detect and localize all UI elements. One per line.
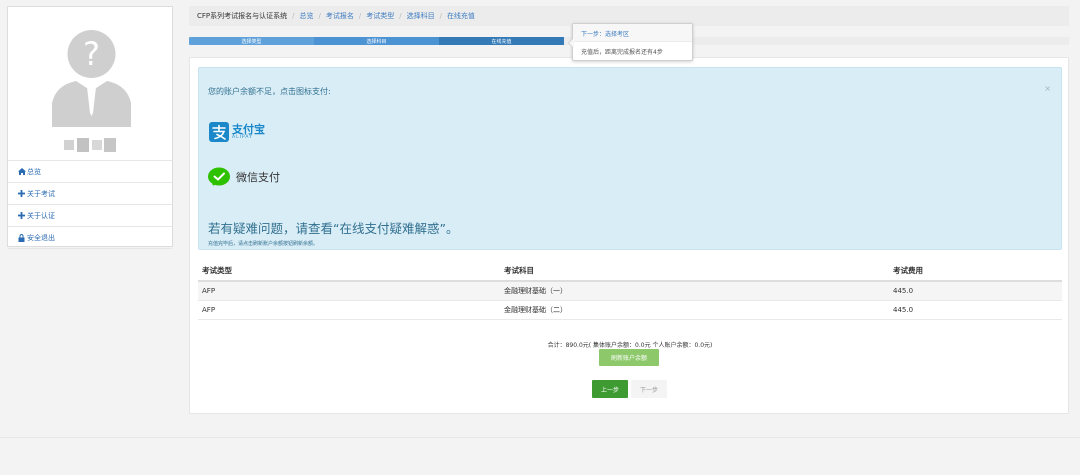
alipay-button[interactable]: 支付宝 ALIPAY <box>209 120 265 144</box>
breadcrumb-separator: / <box>292 12 295 20</box>
step-select-type: 选择类型 <box>189 37 314 45</box>
cell-exam-type: AFP <box>198 281 500 301</box>
insufficient-balance-message: 您的账户余额不足，点击图标支付: <box>208 87 331 96</box>
default-avatar-icon: ? <box>52 30 131 127</box>
next-step-popover: 下一步：选择考区 充值后，距离完成报名还有4步 <box>568 23 693 61</box>
sidebar-item-logout[interactable]: 安全退出 <box>8 227 172 249</box>
sidebar-nav: 总览 关于考试 关于认证 安全退出 <box>8 160 172 249</box>
table-row: AFP 金融理财基础（二） 445.0 <box>198 300 1062 320</box>
next-step-button[interactable]: 下一步 <box>631 380 667 398</box>
table-header-row: 考试类型 考试科目 考试费用 <box>198 260 1062 282</box>
exam-fee-table: 考试类型 考试科目 考试费用 AFP 金融理财基础（一） 445.0 AFP 金… <box>198 260 1062 320</box>
alipay-icon <box>209 122 229 142</box>
home-icon <box>17 168 26 176</box>
sidebar-item-overview[interactable]: 总览 <box>8 161 172 183</box>
popover-title: 下一步：选择考区 <box>573 24 692 42</box>
plus-icon <box>17 190 26 198</box>
alipay-label: 支付宝 <box>232 122 265 136</box>
previous-step-button[interactable]: 上一步 <box>592 380 628 398</box>
payment-alert: × 您的账户余额不足，点击图标支付: 支付宝 ALIPAY 微信支付 若有疑难问… <box>198 67 1062 250</box>
breadcrumb-separator: / <box>399 12 402 20</box>
refresh-balance-note: 充值完毕后，请点击刷新账户余额按钮刷新余额。 <box>208 241 319 247</box>
footer-divider <box>0 437 1080 438</box>
sidebar-item-label: 安全退出 <box>27 233 55 242</box>
breadcrumb-exam-type[interactable]: 考试类型 <box>366 11 394 21</box>
plus-icon <box>17 212 26 220</box>
sidebar-item-label: 关于考试 <box>27 189 55 198</box>
breadcrumb-separator: / <box>318 12 321 20</box>
cell-exam-subject: 金融理财基础（一） <box>500 281 889 301</box>
main-panel: × 您的账户余额不足，点击图标支付: 支付宝 ALIPAY 微信支付 若有疑难问… <box>189 57 1069 414</box>
cell-exam-fee: 445.0 <box>889 300 1062 320</box>
popover-body: 充值后，距离完成报名还有4步 <box>581 49 663 56</box>
step-online-recharge: 在线充值 <box>439 37 564 45</box>
step-select-subject: 选择科目 <box>314 37 439 45</box>
breadcrumb-system-name: CFP系列考试报名与认证系统 <box>197 12 288 20</box>
cell-exam-subject: 金融理财基础（二） <box>500 300 889 320</box>
alipay-label-en: ALIPAY <box>232 134 253 140</box>
breadcrumb-online-recharge[interactable]: 在线充值 <box>447 11 475 21</box>
column-header-exam-fee: 考试费用 <box>889 260 1062 282</box>
lock-icon <box>17 233 26 242</box>
column-header-exam-type: 考试类型 <box>198 260 500 282</box>
wechat-pay-icon <box>208 167 230 186</box>
cell-exam-fee: 445.0 <box>889 281 1062 301</box>
breadcrumb-select-subject[interactable]: 选择科目 <box>407 11 435 21</box>
cell-exam-type: AFP <box>198 300 500 320</box>
breadcrumb-separator: / <box>439 12 442 20</box>
breadcrumb-overview[interactable]: 总览 <box>300 11 314 21</box>
table-row: AFP 金融理财基础（一） 445.0 <box>198 281 1062 301</box>
breadcrumb-exam-registration[interactable]: 考试报名 <box>326 11 354 21</box>
sidebar-item-about-exam[interactable]: 关于考试 <box>8 183 172 205</box>
sidebar-item-about-certification[interactable]: 关于认证 <box>8 205 172 227</box>
total-summary: 合计：890.0元( 集体账户余额：0.0元 个人账户余额：0.0元) <box>547 342 713 349</box>
sidebar-item-label: 总览 <box>27 167 41 176</box>
sidebar: ? 总览 关于考试 关于认证 安全退出 <box>7 6 173 249</box>
wechat-pay-button[interactable]: 微信支付 <box>208 165 280 189</box>
page: ? 总览 关于考试 关于认证 安全退出 CFP系列考试报名与认证系统 / 总览 … <box>0 0 1080 475</box>
profile-area: ? <box>8 7 172 160</box>
column-header-exam-subject: 考试科目 <box>500 260 889 282</box>
sidebar-item-label: 关于认证 <box>27 211 55 220</box>
wechat-pay-label: 微信支付 <box>236 171 280 184</box>
refresh-balance-button[interactable]: 刷新账户余额 <box>599 349 659 366</box>
payment-faq-link[interactable]: “在线支付疑难解惑” <box>333 221 446 236</box>
username-blurred <box>64 134 118 156</box>
breadcrumb-separator: / <box>358 12 362 20</box>
svg-text:?: ? <box>83 35 100 73</box>
payment-help-text: 若有疑难问题，请查看“在线支付疑难解惑”。 <box>208 221 459 236</box>
close-icon[interactable]: × <box>1044 84 1051 93</box>
